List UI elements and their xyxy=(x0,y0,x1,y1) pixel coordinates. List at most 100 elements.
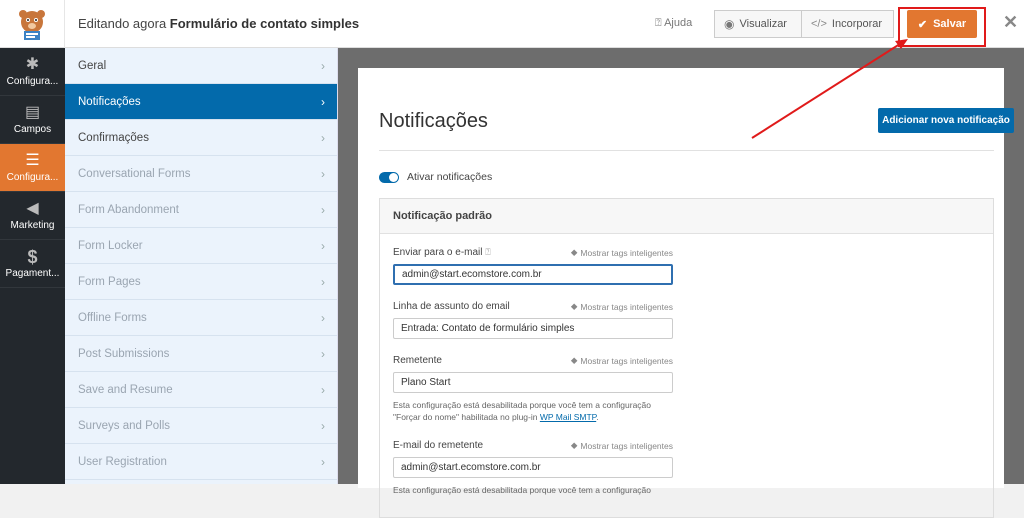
subnav-label: User Registration xyxy=(78,455,167,468)
sender-field: Remetente ◆ Mostrar tags inteligentes Pla… xyxy=(393,355,673,423)
sidebar-item-marketing[interactable]: ◀ Marketing xyxy=(0,192,65,240)
sliders-icon: ☰ xyxy=(25,152,40,169)
eye-icon: ◉ xyxy=(724,17,735,31)
close-icon[interactable]: ✕ xyxy=(1003,12,1018,33)
subject-field: Linha de assunto do email ◆ Mostrar tags … xyxy=(393,301,673,339)
sidebar-item-payments[interactable]: $ Pagament... xyxy=(0,240,65,288)
dollar-icon: $ xyxy=(27,247,38,267)
sidebar-item-settings[interactable]: ☰ Configura... xyxy=(0,144,65,192)
subnav-label: Form Pages xyxy=(78,275,141,288)
sender-label: Remetente xyxy=(393,355,442,366)
subnav-label: Conversational Forms xyxy=(78,167,191,180)
sidebar-item-fields[interactable]: ▤ Campos xyxy=(0,96,65,144)
sidebar-item-label: Configura... xyxy=(6,172,59,183)
subnav-item-form-locker[interactable]: Form Locker › xyxy=(65,228,337,264)
chevron-right-icon: › xyxy=(321,346,325,361)
top-bar: Editando agora Formulário de contato sim… xyxy=(0,0,1024,48)
email-to-label: Enviar para o e-mail ⍰ xyxy=(393,247,491,258)
smart-tags-link[interactable]: ◆ Mostrar tags inteligentes xyxy=(571,355,673,366)
sender-email-input[interactable]: admin@start.ecomstore.com.br xyxy=(393,457,673,478)
subnav-label: Surveys and Polls xyxy=(78,419,171,432)
title-prefix: Editando agora xyxy=(78,16,170,31)
subnav-item-conversational-forms[interactable]: Conversational Forms › xyxy=(65,156,337,192)
smart-tags-link[interactable]: ◆ Mostrar tags inteligentes xyxy=(571,247,673,258)
subnav-item-confirmations[interactable]: Confirmações › xyxy=(65,120,337,156)
subnav-item-form-pages[interactable]: Form Pages › xyxy=(65,264,337,300)
question-icon: ⍰ xyxy=(655,17,662,29)
sender-email-field: E-mail do remetente ◆ Mostrar tags inteli… xyxy=(393,440,673,496)
subnav-label: Offline Forms xyxy=(78,311,147,324)
panel-title: Notificações xyxy=(379,110,488,132)
subject-input[interactable]: Entrada: Contato de formulário simples xyxy=(393,318,673,339)
subnav-label: Confirmações xyxy=(78,131,149,144)
save-highlight-box xyxy=(898,7,986,47)
gear-icon: ✱ xyxy=(25,56,40,73)
chevron-right-icon: › xyxy=(321,130,325,145)
subnav-item-form-abandonment[interactable]: Form Abandonment › xyxy=(65,192,337,228)
subnav-item-general[interactable]: Geral › xyxy=(65,48,337,84)
main-area: Notificações Adicionar nova notificação … xyxy=(338,48,1024,518)
tag-icon: ◆ xyxy=(570,440,578,450)
help-link[interactable]: ⍰ Ajuda xyxy=(655,17,692,30)
chevron-right-icon: › xyxy=(321,94,325,109)
wp-mail-smtp-link[interactable]: WP Mail SMTP xyxy=(540,412,596,422)
sidebar-item-setup[interactable]: ✱ Configura... xyxy=(0,48,65,96)
email-to-field: Enviar para o e-mail ⍰ ◆ Mostrar tags int… xyxy=(393,247,673,285)
code-icon: </> xyxy=(811,18,827,30)
divider xyxy=(379,150,994,151)
add-notification-button[interactable]: Adicionar nova notificação xyxy=(878,108,1014,133)
toggle-label: Ativar notificações xyxy=(407,171,493,183)
tag-icon: ◆ xyxy=(570,247,578,257)
subnav-label: Post Submissions xyxy=(78,347,170,360)
settings-subnav: Geral › Notificações › Confirmações › Conve… xyxy=(65,48,338,484)
subnav-item-post-submissions[interactable]: Post Submissions › xyxy=(65,336,337,372)
tag-icon: ◆ xyxy=(570,301,578,311)
subnav-item-notifications[interactable]: Notificações › xyxy=(65,84,337,120)
preview-button[interactable]: ◉ Visualizar xyxy=(714,10,802,38)
subnav-item-surveys-and-polls[interactable]: Surveys and Polls › xyxy=(65,408,337,444)
default-notification-box: Notificação padrão Enviar para o e-mail … xyxy=(379,198,994,518)
subnav-item-user-registration[interactable]: User Registration › xyxy=(65,444,337,480)
help-icon[interactable]: ⍰ xyxy=(485,247,490,257)
chevron-right-icon: › xyxy=(321,166,325,181)
subnav-item-save-and-resume[interactable]: Save and Resume › xyxy=(65,372,337,408)
subnav-label: Form Abandonment xyxy=(78,203,180,216)
sidebar-item-label: Marketing xyxy=(10,220,55,231)
megaphone-icon: ◀ xyxy=(26,200,39,217)
wpforms-logo xyxy=(0,0,65,48)
enable-notifications-row: Ativar notificações xyxy=(379,171,492,183)
sidebar-item-label: Pagament... xyxy=(5,268,60,279)
chevron-right-icon: › xyxy=(321,454,325,469)
embed-label: Incorporar xyxy=(831,18,883,30)
chevron-right-icon: › xyxy=(321,238,325,253)
subnav-item-offline-forms[interactable]: Offline Forms › xyxy=(65,300,337,336)
email-to-input[interactable]: admin@start.ecomstore.com.br xyxy=(393,264,673,285)
chevron-right-icon: › xyxy=(321,382,325,397)
enable-notifications-toggle[interactable] xyxy=(379,171,399,183)
sender-input[interactable]: Plano Start xyxy=(393,372,673,393)
subnav-label: Notificações xyxy=(78,95,141,108)
notification-box-title: Notificação padrão xyxy=(380,199,993,234)
fields-icon: ▤ xyxy=(24,104,41,121)
subject-label: Linha de assunto do email xyxy=(393,301,510,312)
notifications-panel: Notificações Adicionar nova notificação … xyxy=(358,68,1014,518)
form-name: Formulário de contato simples xyxy=(169,16,360,31)
sidebar-item-label: Campos xyxy=(13,124,52,135)
smart-tags-link[interactable]: ◆ Mostrar tags inteligentes xyxy=(571,301,673,312)
sender-disabled-note: Esta configuração está desabilitada porq… xyxy=(393,400,651,422)
subnav-label: Form Locker xyxy=(78,239,143,252)
builder-sidebar: ✱ Configura... ▤ Campos ☰ Configura... ◀… xyxy=(0,48,65,484)
chevron-right-icon: › xyxy=(321,310,325,325)
sidebar-item-label: Configura... xyxy=(6,76,59,87)
smart-tags-link[interactable]: ◆ Mostrar tags inteligentes xyxy=(571,440,673,451)
embed-button[interactable]: </> Incorporar xyxy=(801,10,894,38)
chevron-right-icon: › xyxy=(321,58,325,73)
chevron-right-icon: › xyxy=(321,274,325,289)
page-title: Editando agora Formulário de contato sim… xyxy=(78,16,359,31)
subnav-label: Save and Resume xyxy=(78,383,173,396)
tag-icon: ◆ xyxy=(570,355,578,365)
preview-label: Visualizar xyxy=(739,18,787,30)
bear-logo-icon xyxy=(19,10,45,40)
subnav-label: Geral xyxy=(78,59,107,72)
help-label: Ajuda xyxy=(664,17,693,29)
